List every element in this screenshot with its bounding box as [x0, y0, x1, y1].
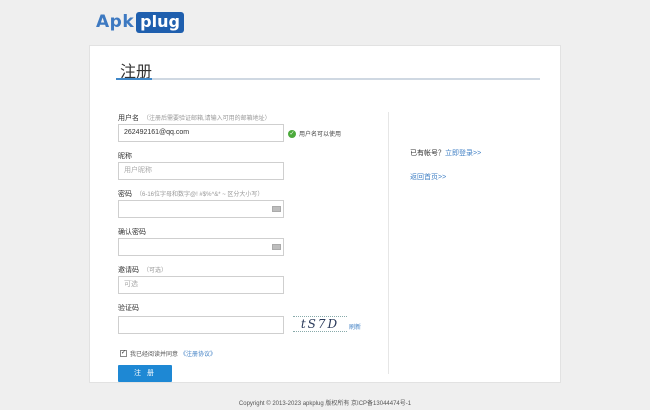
have-account-row: 已有帐号？立即登录>>	[410, 150, 482, 157]
title-divider	[116, 78, 540, 80]
login-link[interactable]: 立即登录>>	[445, 150, 481, 157]
captcha-image[interactable]: tS7D	[293, 316, 347, 332]
footer-copyright: Copyright © 2013-2023 apkplug 版权所有 京ICP备…	[238, 401, 412, 407]
username-hint: （注册后需要验证邮箱,请输入可用的邮箱地址）	[143, 116, 271, 122]
agreement-text: 我已经阅读并同意	[130, 352, 179, 358]
register-card: 注册 用户名 （注册后需要验证邮箱,请输入可用的邮箱地址） 262492161@q…	[89, 45, 561, 383]
register-button[interactable]: 注 册	[118, 365, 172, 382]
captcha-label: 验证码	[118, 305, 139, 312]
password-hint: （6-16位字母和数字@! #$%^&* ~ 区分大小写）	[136, 192, 264, 198]
logo-apk-text: Apk	[96, 12, 135, 32]
username-status: ✓ 用户名可以使用	[288, 129, 342, 138]
nickname-input[interactable]: 用户昵称	[118, 162, 284, 180]
agreement-link[interactable]: 《注册协议》	[180, 349, 216, 358]
password-input[interactable]	[118, 200, 284, 218]
logo-plug-text: plug	[136, 11, 184, 33]
confirm-password-label: 确认密码	[118, 229, 146, 236]
keyboard-icon[interactable]	[272, 206, 281, 212]
captcha-input[interactable]	[118, 316, 284, 334]
agreement-row: ✓ 我已经阅读并同意 《注册协议》	[120, 349, 216, 358]
confirm-password-input[interactable]	[118, 238, 284, 256]
nickname-label: 昵称	[118, 153, 132, 160]
invite-code-input[interactable]: 可选	[118, 276, 284, 294]
agreement-checkbox[interactable]: ✓	[120, 350, 127, 357]
back-home-link[interactable]: 返回首页>>	[410, 172, 446, 182]
username-input[interactable]: 262492161@qq.com	[118, 124, 284, 142]
apkplug-logo[interactable]: Apk plug	[96, 11, 184, 33]
invite-code-label: 邀请码 （可选）	[118, 267, 168, 274]
invite-code-hint: （可选）	[143, 268, 168, 274]
captcha-refresh-link[interactable]: 刷新	[349, 322, 361, 331]
username-label: 用户名 （注册后需要验证邮箱,请输入可用的邮箱地址）	[118, 115, 271, 122]
keyboard-icon[interactable]	[272, 244, 281, 250]
column-divider	[388, 112, 389, 374]
check-circle-icon: ✓	[288, 129, 296, 138]
password-label: 密码 （6-16位字母和数字@! #$%^&* ~ 区分大小写）	[118, 191, 264, 198]
